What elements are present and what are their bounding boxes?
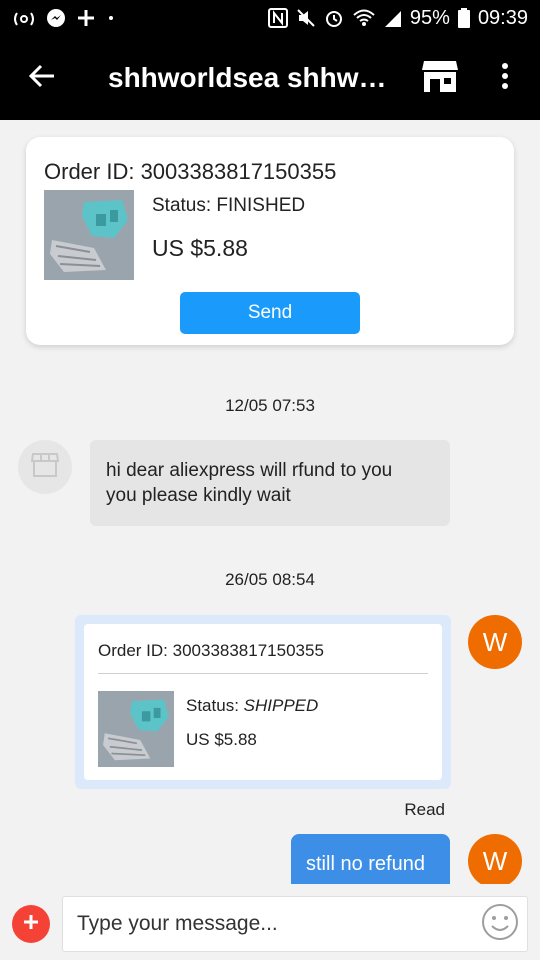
store-icon xyxy=(30,452,60,483)
order-status-label: Status: xyxy=(186,696,239,715)
message-text-line: hi dear aliexpress will rfund to you xyxy=(106,460,393,481)
app-bar: shhworldsea shhw… xyxy=(0,36,540,120)
composer-bar xyxy=(0,884,540,960)
battery-percent: 95% xyxy=(409,6,450,29)
back-button[interactable] xyxy=(0,36,84,120)
incoming-message-bubble[interactable]: hi dear aliexpress will rfund to you you… xyxy=(90,440,450,526)
plus-icon xyxy=(76,8,96,28)
emoji-button[interactable] xyxy=(480,903,520,946)
order-id: Order ID: 3003383817150355 xyxy=(44,159,337,184)
send-button[interactable]: Send xyxy=(180,292,360,334)
alarm-icon xyxy=(324,8,344,28)
message-timestamp: 12/05 07:53 xyxy=(225,396,315,415)
order-status-value: SHIPPED xyxy=(243,696,319,715)
chat-thread[interactable]: Order ID: 3003383817150355 Status: FINIS… xyxy=(0,120,540,884)
status-bar: 95% 09:39 xyxy=(0,0,540,36)
divider xyxy=(98,673,428,674)
outgoing-message-bubble[interactable]: still no refund xyxy=(291,834,450,884)
plus-circle-icon xyxy=(21,912,41,937)
order-status: Status: FINISHED xyxy=(152,195,306,216)
read-receipt: Read xyxy=(404,800,445,819)
store-icon xyxy=(421,59,459,98)
message-timestamp: 26/05 08:54 xyxy=(225,570,315,589)
smiley-icon xyxy=(481,903,519,946)
mute-icon xyxy=(296,8,316,28)
order-card-inner: Order ID: 3003383817150355 Status: SHIPP… xyxy=(84,624,442,780)
nfc-icon xyxy=(267,8,288,28)
my-avatar[interactable]: W xyxy=(468,615,522,669)
antenna-icon xyxy=(12,8,36,28)
wifi-icon xyxy=(352,8,376,28)
message-input[interactable] xyxy=(62,896,528,952)
message-text-line: you please kindly wait xyxy=(106,485,291,506)
add-attachment-button[interactable] xyxy=(12,905,50,943)
messenger-icon xyxy=(46,8,66,28)
order-card: Order ID: 3003383817150355 Status: FINIS… xyxy=(26,137,514,345)
more-options-button[interactable] xyxy=(470,36,540,120)
order-price: US $5.88 xyxy=(186,730,257,749)
seller-avatar[interactable] xyxy=(18,440,72,494)
store-button[interactable] xyxy=(410,36,470,120)
order-price: US $5.88 xyxy=(152,235,248,261)
product-thumbnail[interactable] xyxy=(44,190,134,280)
order-status: Status: SHIPPED xyxy=(186,696,318,716)
product-thumbnail[interactable] xyxy=(98,691,174,767)
outgoing-order-card[interactable]: Order ID: 3003383817150355 Status: SHIPP… xyxy=(75,615,451,789)
chat-title: shhworldsea shhw… xyxy=(108,62,387,93)
arrow-left-icon xyxy=(28,62,56,95)
dot-icon xyxy=(106,8,116,28)
battery-icon xyxy=(457,8,470,28)
order-id: Order ID: 3003383817150355 xyxy=(98,641,324,660)
message-text: still no refund xyxy=(306,853,425,875)
signal-icon xyxy=(384,8,402,28)
clock: 09:39 xyxy=(477,6,528,29)
more-vertical-icon xyxy=(501,62,509,94)
my-avatar[interactable]: W xyxy=(468,834,522,884)
